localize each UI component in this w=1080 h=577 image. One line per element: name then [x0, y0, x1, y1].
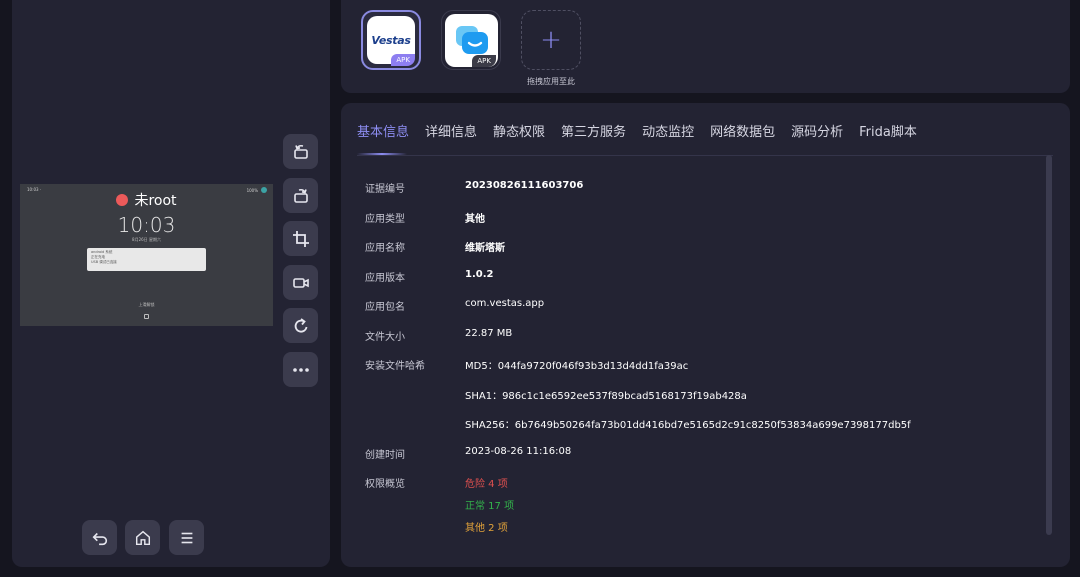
type-value: 其他: [465, 213, 485, 225]
lockscreen-date: 8月26日 星期六: [132, 237, 161, 242]
cert-label: 证据编号: [365, 184, 405, 195]
info-tabs: 基本信息 详细信息 静态权限 第三方服务 动态监控 网络数据包 源码分析 Fri…: [357, 121, 917, 140]
tab-source-analysis[interactable]: 源码分析: [791, 121, 843, 140]
refresh-button[interactable]: [283, 308, 318, 343]
rotate-left-button[interactable]: [283, 134, 318, 169]
back-button[interactable]: [82, 520, 117, 555]
tab-frida-script[interactable]: Frida脚本: [859, 121, 917, 140]
size-value: 22.87 MB: [465, 327, 513, 339]
row-hash-sha1: SHA1：986c1c1e6592ee537f89bcad5168173f19a…: [365, 387, 1025, 417]
perm-other-count[interactable]: 其他 2 项: [465, 519, 508, 534]
type-label: 应用类型: [365, 213, 405, 225]
more-icon: [292, 367, 309, 372]
row-hash-md5: 安装文件哈希 MD5：044fa9720f046f93b3d13d4dd1fa3…: [365, 357, 1025, 387]
row-app-version: 应用版本 1.0.2: [365, 269, 1025, 299]
lockscreen-notification[interactable]: android 系统 正在充电 USB 调试已连接: [87, 248, 206, 271]
rotate-right-icon: [293, 188, 308, 203]
crop-icon: [292, 230, 309, 247]
lockscreen-clock: 10:03: [117, 213, 176, 237]
info-rows: 证据编号 20230826111603706 应用类型 其他 应用名称 维斯塔斯…: [365, 180, 1025, 549]
app-tile-2[interactable]: APK: [441, 10, 501, 70]
sha1-value: SHA1：986c1c1e6592ee537f89bcad5168173f19a…: [465, 390, 747, 402]
home-button[interactable]: [125, 520, 160, 555]
device-screen[interactable]: 10:03 · 100% 未root 10:03 8月26日 星期六 andro…: [20, 184, 273, 326]
md5-value: MD5：044fa9720f046f93b3d13d4dd1fa39ac: [465, 361, 689, 372]
size-label: 文件大小: [365, 331, 405, 343]
crop-button[interactable]: [283, 221, 318, 256]
rotate-left-icon: [293, 144, 308, 159]
app-list-panel: Vestas APK APK + 拖拽应用至此: [341, 0, 1070, 93]
add-app-label: 拖拽应用至此: [527, 77, 575, 86]
root-status-text: 未root: [134, 193, 177, 209]
notification-line2: USB 调试已连接: [91, 260, 117, 264]
row-permission-overview: 权限概览 危险 4 项 正常 17 项 其他 2 项: [365, 475, 1025, 549]
tab-basic-info[interactable]: 基本信息: [357, 121, 409, 140]
row-hash-sha256: SHA256：6b7649b50264fa73b01dd416bd7e5165d…: [365, 416, 1025, 446]
add-app-button[interactable]: +: [521, 10, 581, 70]
perm-danger-count[interactable]: 危险 4 项: [465, 475, 508, 490]
info-scrollbar[interactable]: [1046, 155, 1052, 535]
row-created-time: 创建时间 2023-08-26 11:16:08: [365, 446, 1025, 476]
package-label: 应用包名: [365, 302, 405, 313]
lock-icon: [144, 314, 149, 319]
menu-icon: [181, 532, 192, 543]
apk-badge: APK: [472, 55, 496, 67]
package-value: com.vestas.app: [465, 298, 545, 309]
root-status-dot: [116, 194, 129, 206]
perm-label: 权限概览: [365, 479, 405, 490]
plus-icon: +: [540, 25, 562, 55]
hash-label: 安装文件哈希: [365, 361, 425, 372]
home-icon: [135, 530, 150, 545]
root-status: 未root: [20, 190, 273, 210]
tab-third-party-services[interactable]: 第三方服务: [561, 121, 626, 140]
row-cert-number: 证据编号 20230826111603706: [365, 180, 1025, 210]
name-label: 应用名称: [365, 243, 405, 254]
name-value: 维斯塔斯: [465, 243, 505, 254]
record-icon: [292, 277, 309, 288]
row-app-name: 应用名称 维斯塔斯: [365, 239, 1025, 269]
cert-value: 20230826111603706: [465, 180, 584, 191]
apk-badge: APK: [391, 54, 415, 66]
unlock-hint: 上滑解锁: [138, 302, 155, 307]
row-file-size: 文件大小 22.87 MB: [365, 328, 1025, 358]
app-tile-vestas[interactable]: Vestas APK: [361, 10, 421, 70]
tab-dynamic-monitoring[interactable]: 动态监控: [642, 121, 694, 140]
row-app-type: 应用类型 其他: [365, 210, 1025, 240]
record-button[interactable]: [283, 265, 318, 300]
version-label: 应用版本: [365, 272, 405, 284]
more-button[interactable]: [283, 352, 318, 387]
perm-normal-count[interactable]: 正常 17 项: [465, 497, 514, 512]
tab-divider: [357, 155, 1053, 156]
version-value: 1.0.2: [465, 268, 494, 280]
menu-button[interactable]: [169, 520, 204, 555]
tab-network-packets[interactable]: 网络数据包: [710, 121, 775, 140]
tab-detail-info[interactable]: 详细信息: [425, 121, 477, 140]
sha256-value: SHA256：6b7649b50264fa73b01dd416bd7e5165d…: [465, 420, 911, 431]
back-icon: [92, 532, 107, 545]
created-value: 2023-08-26 11:16:08: [465, 445, 572, 457]
row-package-name: 应用包名 com.vestas.app: [365, 298, 1025, 328]
app-info-panel: 基本信息 详细信息 静态权限 第三方服务 动态监控 网络数据包 源码分析 Fri…: [341, 103, 1070, 567]
vestas-logo: Vestas: [371, 33, 411, 47]
refresh-icon: [294, 317, 307, 333]
created-label: 创建时间: [365, 449, 405, 461]
rotate-right-button[interactable]: [283, 178, 318, 213]
tab-static-permissions[interactable]: 静态权限: [493, 121, 545, 140]
